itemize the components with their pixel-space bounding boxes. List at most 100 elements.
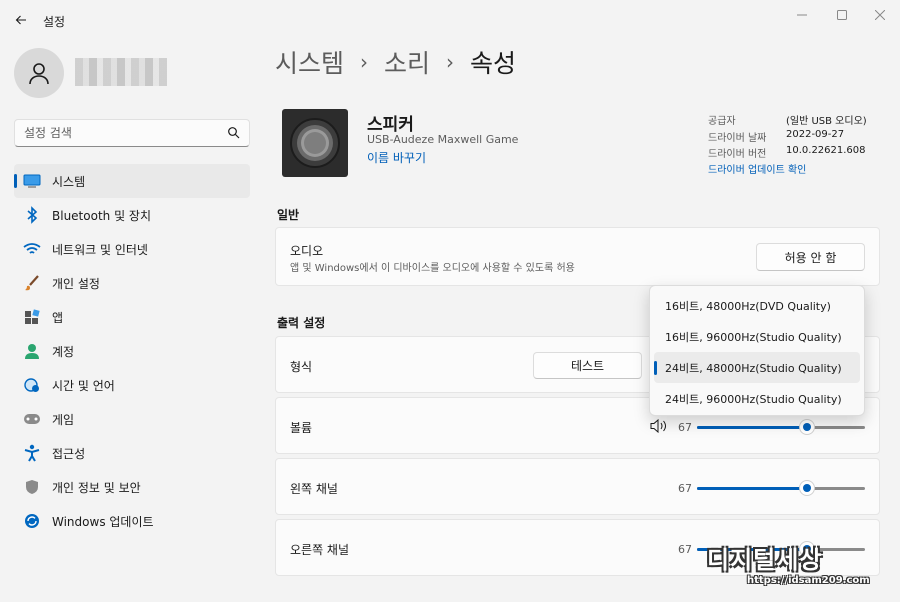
format-option-selected[interactable]: 24비트, 48000Hz(Studio Quality) [654,352,860,383]
format-label: 형식 [290,360,313,374]
driver-version-value: 10.0.22621.608 [786,145,866,156]
provider-value: (일반 USB 오디오) [786,116,867,127]
sidebar-item-label: Windows 업데이트 [52,514,154,529]
sidebar-item-label: 개인 설정 [52,276,100,291]
bluetooth-icon [23,206,41,224]
format-dropdown-list: 16비트, 48000Hz(DVD Quality) 16비트, 96000Hz… [649,285,865,416]
device-model: USB-Audeze Maxwell Game [367,133,519,146]
volume-slider[interactable] [697,419,865,435]
selection-indicator [14,174,17,188]
update-icon [23,512,41,530]
sidebar-item-bluetooth[interactable]: Bluetooth 및 장치 [14,198,250,232]
section-title-output: 출력 설정 [277,316,326,330]
sidebar-item-gaming[interactable]: 게임 [14,402,250,436]
wifi-icon [23,240,41,258]
user-icon [29,63,49,85]
sidebar-item-label: 앱 [52,310,64,325]
maximize-button[interactable] [822,2,862,28]
watermark-title: 디지털세상 [707,546,823,574]
selection-indicator [654,361,657,375]
close-button[interactable] [860,2,900,28]
provider-label: 공급자 [708,116,736,127]
format-option[interactable]: 16비트, 48000Hz(DVD Quality) [654,290,860,321]
volume-slider-thumb[interactable] [799,419,815,435]
driver-version-label: 드라이버 버전 [708,149,767,160]
volume-label: 볼륨 [290,421,313,435]
title-bar: 설정 [0,0,900,40]
globe-clock-icon [23,376,41,394]
sidebar-item-windows-update[interactable]: Windows 업데이트 [14,504,250,538]
right-channel-value: 67 [678,543,692,556]
watermark: 디지털세상 https://idsam209.com [707,540,890,596]
format-option-label: 24비트, 96000Hz(Studio Quality) [665,392,842,406]
apps-icon [23,308,41,326]
back-button[interactable] [8,8,34,32]
right-channel-label: 오른쪽 채널 [290,543,350,557]
app-title: 설정 [43,15,66,29]
sidebar-nav: 시스템 Bluetooth 및 장치 네트워크 및 인터넷 개인 설정 앱 계정… [14,164,250,538]
audio-card: 오디오 앱 및 Windows에서 이 디바이스를 오디오에 사용할 수 있도록… [275,227,880,286]
format-option[interactable]: 24비트, 96000Hz(Studio Quality) [654,383,860,414]
left-channel-card: 왼쪽 채널 67 [275,458,880,515]
sidebar-item-network[interactable]: 네트워크 및 인터넷 [14,232,250,266]
sidebar-item-label: 게임 [52,412,75,427]
section-title-general: 일반 [277,208,300,222]
sidebar-item-accounts[interactable]: 계정 [14,334,250,368]
minimize-icon [797,14,807,16]
audio-title: 오디오 [290,244,324,258]
breadcrumb-system[interactable]: 시스템 [275,44,344,80]
breadcrumb-separator: › [446,50,455,74]
driver-update-link[interactable]: 드라이버 업데이트 확인 [708,161,806,176]
left-channel-label: 왼쪽 채널 [290,482,338,496]
disallow-button[interactable]: 허용 안 함 [756,243,865,271]
breadcrumb-separator: › [360,50,369,74]
sidebar-item-time-language[interactable]: 시간 및 언어 [14,368,250,402]
minimize-button[interactable] [782,2,822,28]
search-input[interactable] [15,120,215,146]
sidebar-item-label: 계정 [52,344,75,359]
format-option-label: 16비트, 96000Hz(Studio Quality) [665,330,842,344]
format-option[interactable]: 16비트, 96000Hz(Studio Quality) [654,321,860,352]
volume-slider-fill [697,426,807,429]
audio-description: 앱 및 Windows에서 이 디바이스를 오디오에 사용할 수 있도록 허용 [290,263,575,274]
sidebar-item-label: 개인 정보 및 보안 [52,480,141,495]
maximize-icon [837,10,847,20]
sidebar-item-privacy[interactable]: 개인 정보 및 보안 [14,470,250,504]
brush-icon [23,274,41,292]
sidebar-item-apps[interactable]: 앱 [14,300,250,334]
driver-date-value: 2022-09-27 [786,129,845,140]
device-name: 스피커 [367,115,414,135]
sidebar-item-system[interactable]: 시스템 [14,164,250,198]
shield-icon [23,478,41,496]
settings-search-box[interactable] [14,119,250,147]
rename-link[interactable]: 이름 바꾸기 [367,149,426,166]
page-title: 속성 [470,49,517,78]
volume-value: 67 [678,421,692,434]
sidebar-item-label: Bluetooth 및 장치 [52,208,152,223]
sidebar-item-label: 접근성 [52,446,86,461]
driver-date-label: 드라이버 날짜 [708,133,767,144]
sidebar-item-label: 네트워크 및 인터넷 [52,242,148,257]
format-option-label: 16비트, 48000Hz(DVD Quality) [665,299,831,313]
gamepad-icon [23,410,41,428]
test-button[interactable]: 테스트 [533,352,642,379]
format-option-label: 24비트, 48000Hz(Studio Quality) [665,361,842,375]
search-icon [228,127,240,139]
avatar[interactable] [14,48,64,98]
back-arrow-icon [15,15,26,25]
left-channel-slider-fill [697,487,807,490]
username-blurred [75,58,167,86]
breadcrumb-sound[interactable]: 소리 [384,44,430,80]
sidebar-item-accessibility[interactable]: 접근성 [14,436,250,470]
sidebar-item-label: 시간 및 언어 [52,378,115,393]
sidebar-item-personalization[interactable]: 개인 설정 [14,266,250,300]
close-icon [875,10,885,20]
left-channel-slider-thumb[interactable] [799,480,815,496]
accessibility-icon [23,444,41,462]
left-channel-slider[interactable] [697,480,865,496]
breadcrumb: 시스템 › 소리 › 속성 [275,44,516,80]
speaker-volume-icon[interactable] [650,419,668,433]
left-channel-value: 67 [678,482,692,495]
speaker-icon [282,109,348,177]
account-icon [23,342,41,360]
